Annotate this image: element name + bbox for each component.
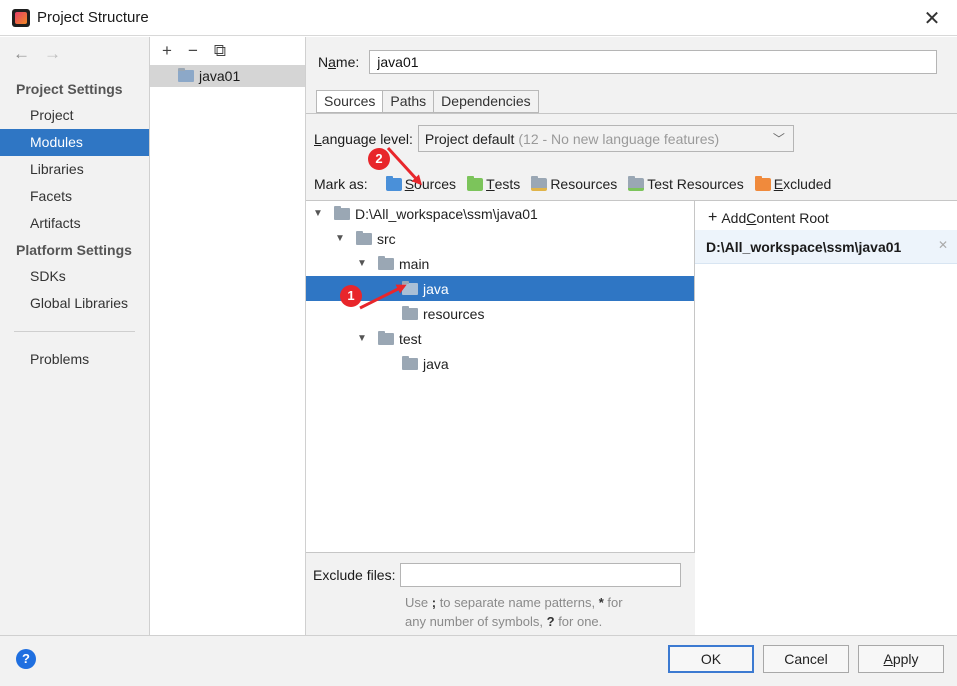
name-label: Name: bbox=[318, 54, 360, 70]
forward-arrow-icon[interactable]: → bbox=[44, 44, 61, 64]
module-name-input[interactable] bbox=[369, 50, 938, 74]
chevron-down-icon[interactable]: ▼ bbox=[334, 233, 346, 244]
language-level-value: Project default bbox=[424, 130, 515, 147]
intellij-app-icon bbox=[12, 8, 30, 27]
mark-as-excluded-button[interactable]: Excluded bbox=[754, 175, 831, 192]
sidebar-item-libraries[interactable]: Libraries bbox=[0, 156, 149, 183]
module-details: Name: Sources Paths Dependencies Languag… bbox=[306, 37, 957, 635]
test-resources-folder-icon bbox=[628, 175, 645, 191]
mark-as-row: Mark as: Sources Tests Resources Test Re… bbox=[314, 175, 842, 192]
tab-paths[interactable]: Paths bbox=[383, 90, 435, 113]
tree-node-main-java[interactable]: java bbox=[306, 276, 694, 301]
sidebar-divider bbox=[14, 331, 135, 332]
sidebar-item-modules[interactable]: Modules bbox=[0, 129, 149, 156]
folder-icon bbox=[334, 205, 350, 220]
sidebar-item-project[interactable]: Project bbox=[0, 102, 149, 129]
tree-node-src[interactable]: ▼ src bbox=[306, 226, 694, 251]
exclude-files-label: Exclude files: bbox=[313, 567, 396, 583]
chevron-down-icon: ﹀ bbox=[772, 132, 785, 146]
plus-icon: + bbox=[708, 209, 718, 226]
settings-sidebar: ← → Project Settings Project Modules Lib… bbox=[0, 37, 150, 635]
back-arrow-icon[interactable]: ← bbox=[13, 44, 30, 64]
chevron-down-icon[interactable]: ▼ bbox=[356, 258, 368, 269]
exclude-files-hint: Use ; to separate name patterns, * for a… bbox=[405, 595, 623, 629]
tree-node-resources[interactable]: resources bbox=[306, 301, 694, 326]
close-icon[interactable]: ✕ bbox=[921, 6, 943, 31]
folder-icon bbox=[402, 280, 418, 295]
tree-node-main[interactable]: ▼ main bbox=[306, 251, 694, 276]
exclude-files-row: Exclude files: bbox=[313, 563, 682, 587]
title-bar: Project Structure ✕ bbox=[0, 0, 957, 36]
language-level-hint: (12 - No new language features) bbox=[518, 130, 720, 147]
platform-settings-header: Platform Settings bbox=[16, 242, 132, 258]
module-folder-icon bbox=[178, 68, 194, 82]
remove-root-icon[interactable]: ✕ bbox=[938, 238, 948, 252]
ok-button[interactable]: OK bbox=[668, 645, 754, 673]
language-level-select[interactable]: Project default (12 - No new language fe… bbox=[417, 125, 794, 152]
content-root-item[interactable]: D:\All_workspace\ssm\java01 ✕ bbox=[695, 230, 957, 264]
mark-as-sources-button[interactable]: Sources bbox=[385, 175, 456, 192]
module-item-label: java01 bbox=[199, 68, 241, 84]
apply-button[interactable]: Apply bbox=[858, 645, 944, 673]
cancel-button[interactable]: Cancel bbox=[763, 645, 849, 673]
remove-module-icon[interactable]: − bbox=[188, 41, 198, 61]
dialog-footer: ? OK Cancel Apply bbox=[0, 635, 957, 686]
chevron-down-icon[interactable]: ▼ bbox=[312, 208, 324, 219]
module-toolbar: + − ⧉ bbox=[150, 37, 305, 65]
copy-module-icon[interactable]: ⧉ bbox=[214, 41, 226, 61]
module-list-panel: + − ⧉ java01 bbox=[150, 37, 306, 635]
sources-folder-icon bbox=[385, 175, 402, 191]
history-nav: ← → bbox=[0, 37, 149, 71]
sidebar-item-problems[interactable]: Problems bbox=[0, 346, 149, 373]
tab-divider bbox=[306, 113, 957, 114]
mark-as-tests-button[interactable]: Tests bbox=[467, 175, 520, 192]
language-level-label: Language level: bbox=[314, 130, 413, 147]
tree-node-root[interactable]: ▼ D:\All_workspace\ssm\java01 bbox=[306, 201, 694, 226]
sidebar-item-artifacts[interactable]: Artifacts bbox=[0, 210, 149, 237]
mark-as-label: Mark as: bbox=[314, 176, 368, 192]
folder-icon bbox=[402, 355, 418, 370]
language-level-row: Language level: Project default (12 - No… bbox=[314, 125, 794, 152]
annotation-badge-1: 1 bbox=[340, 285, 362, 307]
excluded-folder-icon bbox=[754, 175, 771, 191]
tests-folder-icon bbox=[467, 175, 484, 191]
sidebar-item-global-libraries[interactable]: Global Libraries bbox=[0, 290, 149, 317]
project-settings-header: Project Settings bbox=[16, 81, 123, 97]
name-row: Name: bbox=[318, 50, 938, 74]
folder-icon bbox=[356, 230, 372, 245]
content-roots-pane: + Add Content Root D:\All_workspace\ssm\… bbox=[695, 200, 957, 635]
module-item-java01[interactable]: java01 bbox=[150, 65, 305, 87]
sidebar-item-facets[interactable]: Facets bbox=[0, 183, 149, 210]
folder-icon bbox=[378, 255, 394, 270]
mark-as-test-resources-button[interactable]: Test Resources bbox=[628, 175, 744, 192]
folder-icon bbox=[378, 330, 394, 345]
module-tabs: Sources Paths Dependencies bbox=[316, 90, 539, 113]
tree-node-test-java[interactable]: java bbox=[306, 351, 694, 376]
resources-folder-icon bbox=[531, 175, 548, 191]
tab-sources[interactable]: Sources bbox=[316, 90, 384, 113]
add-content-root-button[interactable]: + Add Content Root bbox=[708, 209, 829, 227]
tree-node-test[interactable]: ▼ test bbox=[306, 326, 694, 351]
window-title: Project Structure bbox=[37, 9, 149, 26]
add-module-icon[interactable]: + bbox=[162, 41, 172, 61]
exclude-files-input[interactable] bbox=[400, 563, 682, 587]
sidebar-item-sdks[interactable]: SDKs bbox=[0, 263, 149, 290]
folder-icon bbox=[402, 305, 418, 320]
annotation-badge-2: 2 bbox=[368, 148, 390, 170]
mark-as-resources-button[interactable]: Resources bbox=[531, 175, 617, 192]
chevron-down-icon[interactable]: ▼ bbox=[356, 333, 368, 344]
help-icon[interactable]: ? bbox=[16, 649, 36, 669]
exclude-files-area: Exclude files: Use ; to separate name pa… bbox=[306, 552, 695, 635]
tab-dependencies[interactable]: Dependencies bbox=[434, 90, 539, 113]
